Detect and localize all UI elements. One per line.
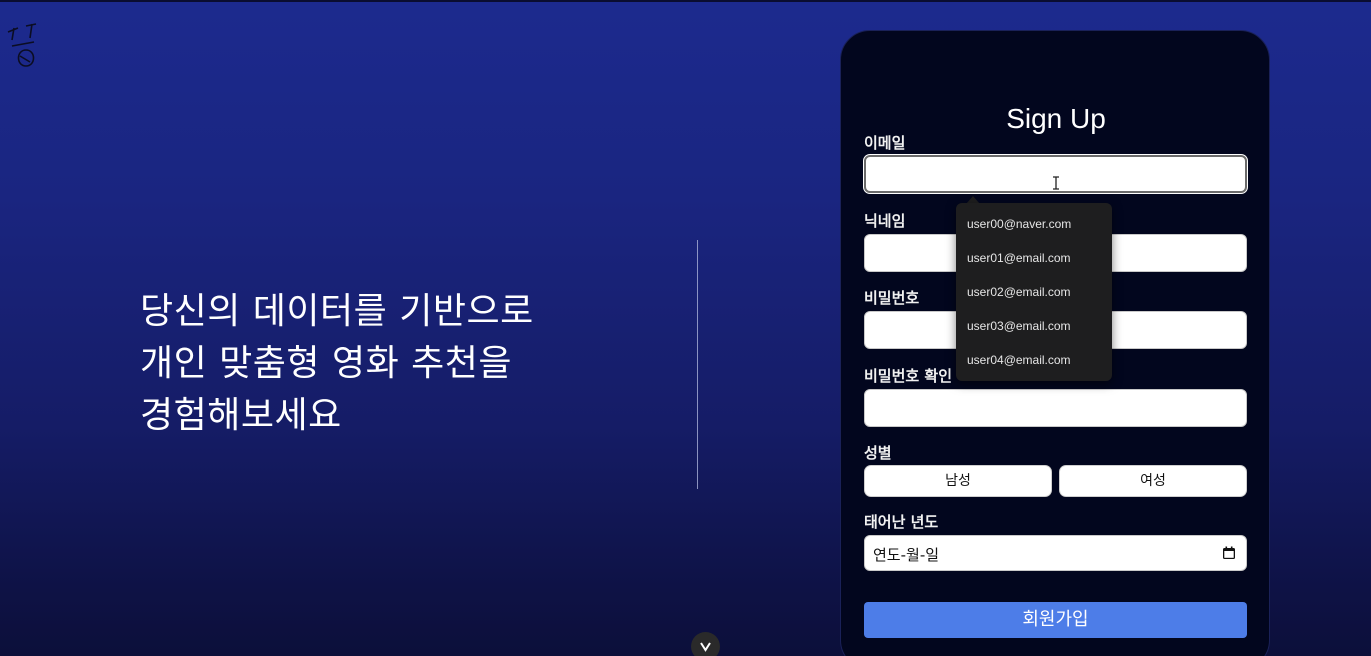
- gender-label: 성별: [864, 444, 892, 462]
- password-confirm-label: 비밀번호 확인: [864, 367, 953, 385]
- signup-submit-button[interactable]: 회원가입: [864, 602, 1247, 638]
- autocomplete-option[interactable]: user00@naver.com: [967, 217, 1071, 231]
- gender-male-button[interactable]: 남성: [864, 465, 1052, 497]
- calendar-icon[interactable]: [1222, 546, 1236, 560]
- birth-year-label: 태어난 년도: [864, 513, 939, 531]
- email-label: 이메일: [864, 134, 906, 152]
- autocomplete-option[interactable]: user04@email.com: [967, 353, 1071, 367]
- autocomplete-option[interactable]: user03@email.com: [967, 319, 1071, 333]
- birth-date-placeholder: 연도-월-일: [873, 546, 940, 564]
- hero-line-1: 당신의 데이터를 기반으로: [140, 291, 534, 332]
- chevron-down-icon: [700, 642, 711, 652]
- doodle-icon: [7, 23, 37, 67]
- top-border: [0, 0, 1371, 2]
- vertical-divider: [697, 240, 698, 489]
- scroll-down-button[interactable]: [691, 632, 720, 656]
- hero-text: 당신의 데이터를 기반으로 개인 맞춤형 영화 추천을 경험해보세요: [140, 286, 660, 442]
- gender-female-button[interactable]: 여성: [1059, 465, 1247, 497]
- autocomplete-option[interactable]: user02@email.com: [967, 285, 1071, 299]
- nickname-label: 닉네임: [864, 212, 906, 230]
- password-label: 비밀번호: [864, 289, 920, 307]
- birth-date-input[interactable]: 연도-월-일: [864, 535, 1247, 571]
- ibeam-cursor-icon: [1053, 176, 1059, 190]
- autocomplete-option[interactable]: user01@email.com: [967, 251, 1071, 265]
- hero-line-3: 경험해보세요: [140, 395, 342, 436]
- signup-title: Sign Up: [1006, 103, 1106, 134]
- hero-line-2: 개인 맞춤형 영화 추천을: [140, 343, 513, 384]
- email-autocomplete-list: user00@naver.com user01@email.com user02…: [956, 203, 1112, 381]
- password-confirm-input[interactable]: [864, 389, 1247, 427]
